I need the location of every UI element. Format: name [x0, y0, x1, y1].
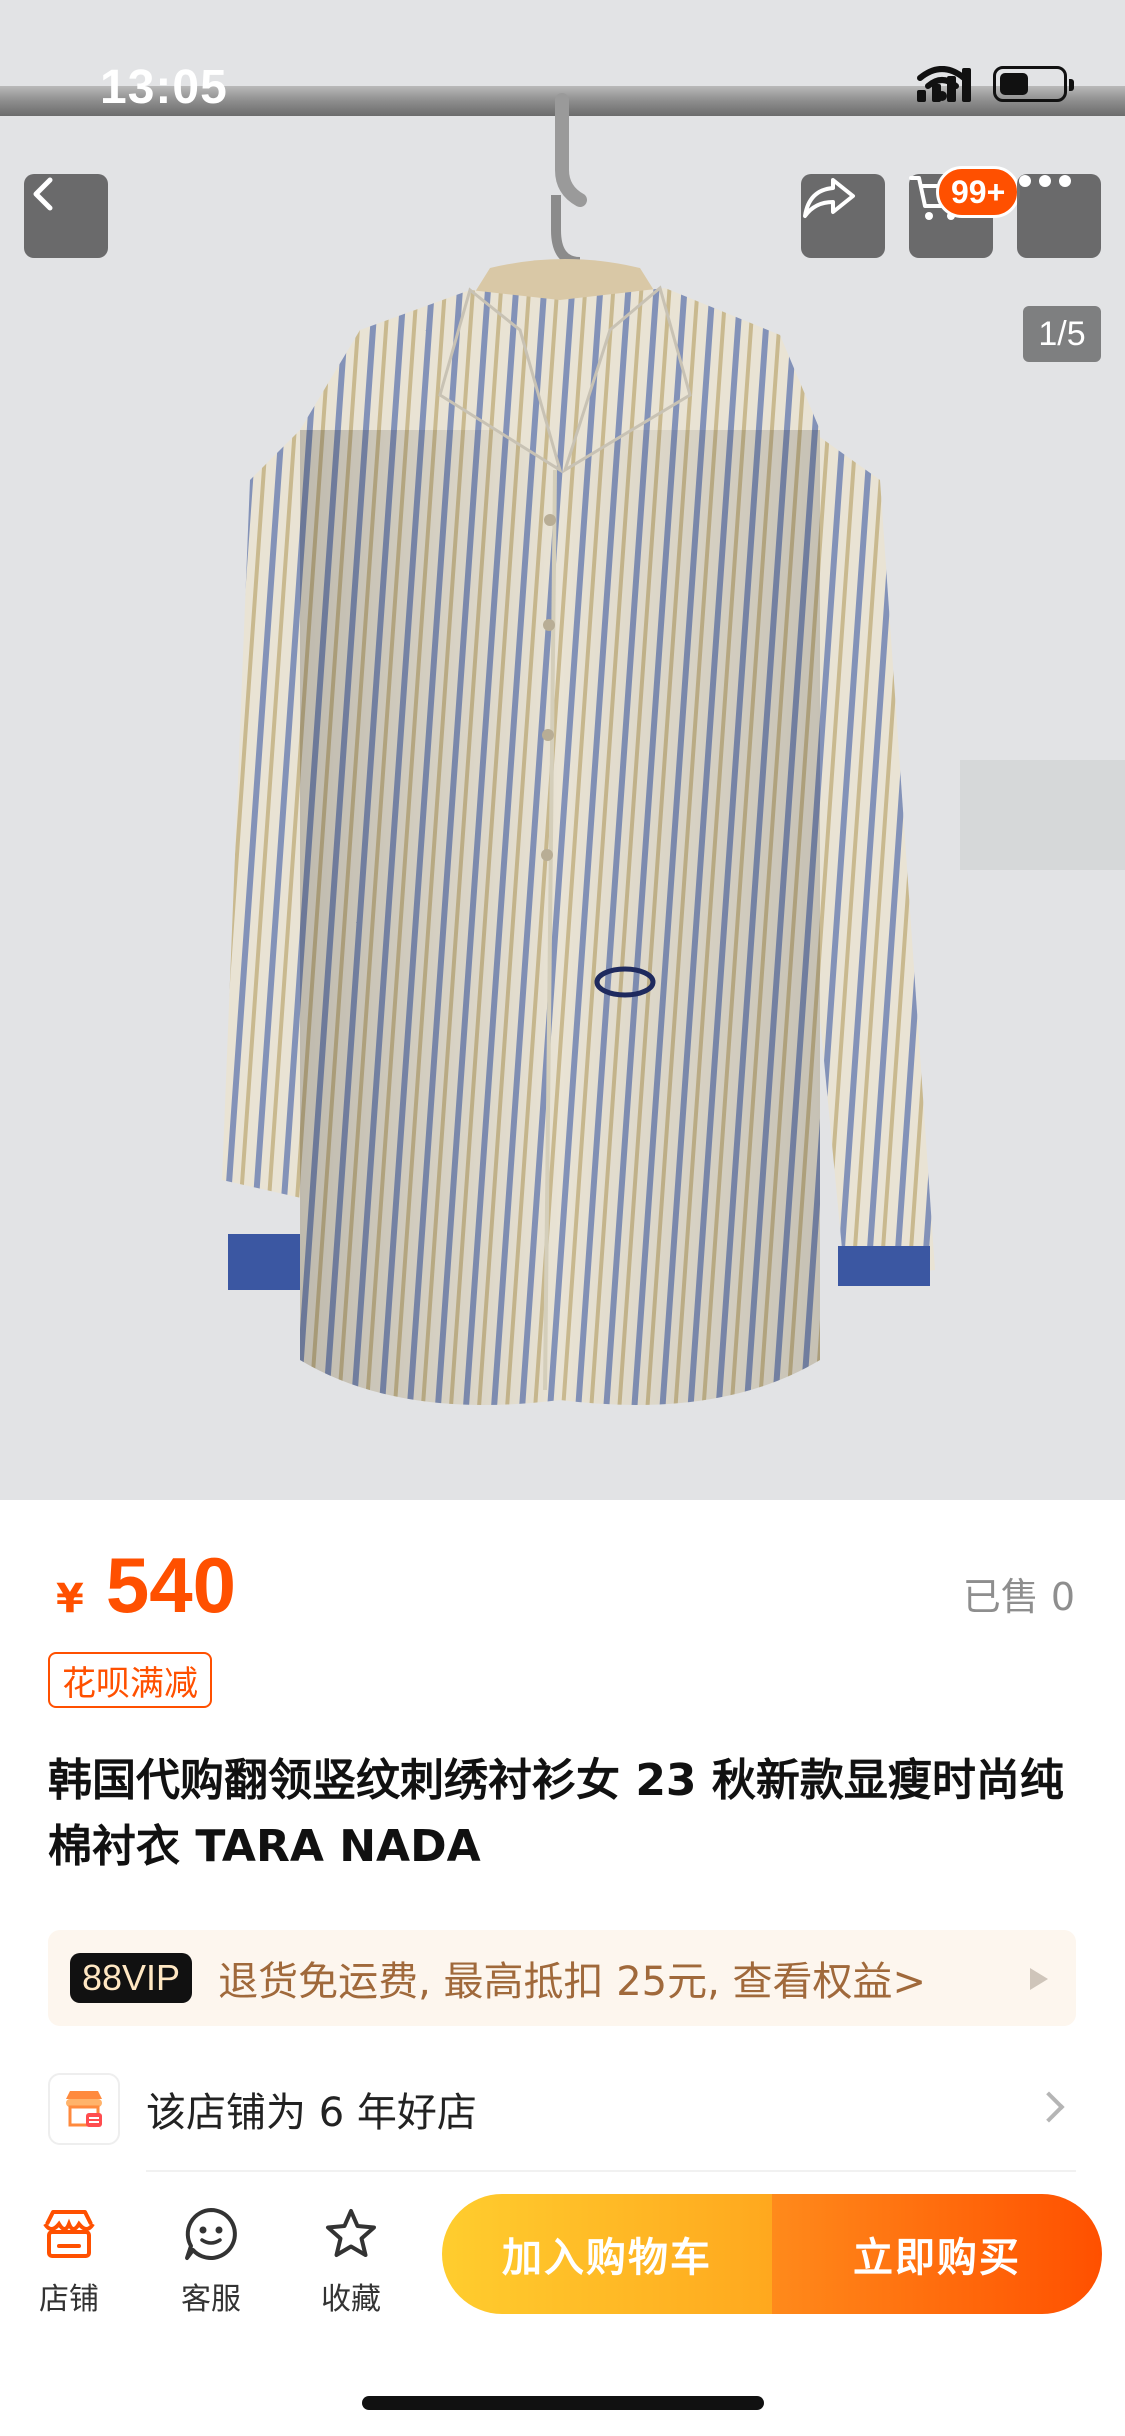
product-image[interactable]: 13:05 99+ 1/5	[0, 0, 1125, 1500]
price-value: 540	[105, 1541, 236, 1629]
play-arrow-icon	[1030, 1968, 1048, 1990]
divider	[146, 2170, 1076, 2172]
status-time: 13:05	[100, 61, 228, 114]
add-to-cart-button[interactable]: 加入购物车	[442, 2194, 772, 2314]
wifi-icon	[917, 66, 967, 101]
vip-benefits-text: 退货免运费, 最高抵扣 25元, 查看权益>	[218, 1959, 927, 2005]
chevron-left-icon	[33, 177, 53, 211]
buy-now-button[interactable]: 立即购买	[772, 2194, 1102, 2314]
tab-store-label: 店铺	[39, 2282, 99, 2317]
price-currency: ¥	[56, 1576, 84, 1622]
home-indicator	[362, 2396, 764, 2410]
share-arrow-icon	[803, 178, 855, 218]
tab-favorite-label: 收藏	[321, 2282, 381, 2317]
promo-tag[interactable]: 花呗满减	[48, 1652, 212, 1708]
store-rating-text: 该店铺为 6 年好店	[146, 2090, 477, 2136]
battery-icon	[993, 66, 1074, 102]
status-icons	[917, 66, 1074, 102]
star-icon	[323, 2204, 379, 2264]
vip-benefits-bar[interactable]: 88VIP 退货免运费, 最高抵扣 25元, 查看权益>	[48, 1930, 1076, 2026]
more-dots-icon	[1019, 175, 1071, 187]
price: ¥ 540	[56, 1540, 236, 1631]
tab-store[interactable]: 店铺	[14, 2204, 124, 2318]
product-title: 韩国代购翻领竖纹刺绣衬衫女 23 秋新款显瘦时尚纯棉衬衣 TARA NADA	[48, 1755, 1064, 1872]
chevron-right-icon	[1033, 2091, 1065, 2123]
gallery-page-indicator: 1/5	[1023, 306, 1101, 362]
tab-favorite[interactable]: 收藏	[296, 2204, 406, 2318]
tab-customer-service[interactable]: 客服	[156, 2204, 266, 2318]
vip-badge: 88VIP	[70, 1953, 193, 2003]
back-button[interactable]	[24, 174, 108, 258]
chat-icon	[183, 2204, 239, 2264]
cart-count-badge: 99+	[936, 166, 1021, 218]
tab-service-label: 客服	[181, 2282, 241, 2317]
shop-badge-icon	[48, 2073, 120, 2145]
sold-count: 已售 0	[962, 1575, 1075, 1619]
store-rating-row[interactable]: 该店铺为 6 年好店	[48, 2072, 1076, 2146]
store-icon	[41, 2204, 97, 2264]
more-button[interactable]	[1017, 174, 1101, 258]
share-button[interactable]	[801, 174, 885, 258]
